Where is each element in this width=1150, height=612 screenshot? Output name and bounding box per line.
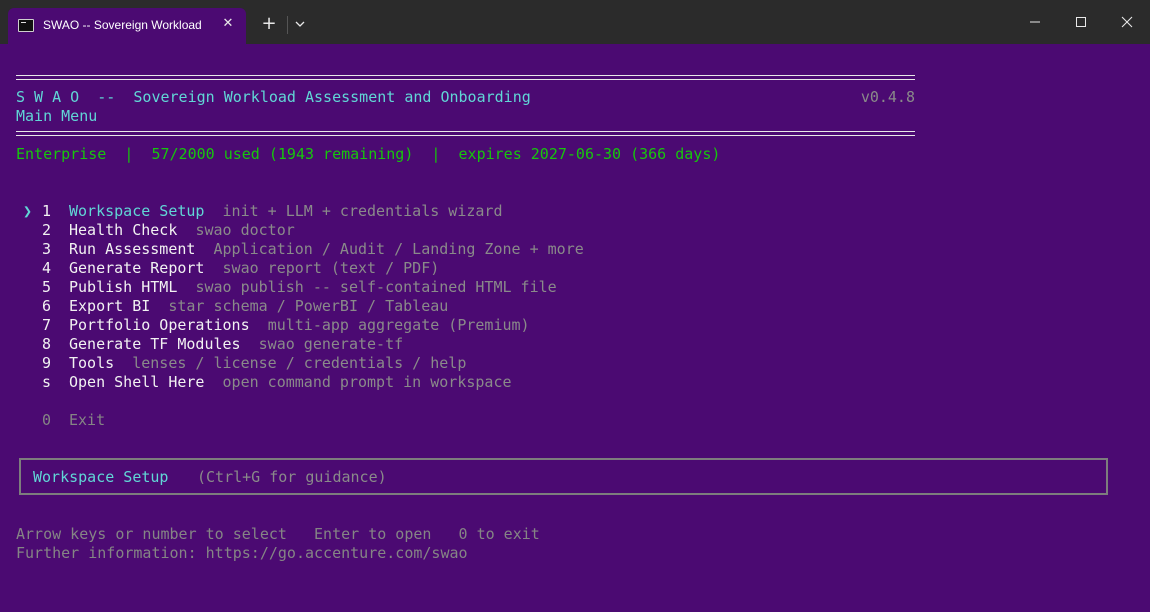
- menu-item-label: Tools: [69, 354, 115, 372]
- menu-item-export-bi[interactable]: 6 Export BI star schema / PowerBI / Tabl…: [23, 297, 448, 316]
- close-icon[interactable]: ✕: [220, 16, 236, 32]
- menu-item-label: Open Shell Here: [69, 373, 205, 391]
- menu-item-key: s: [42, 373, 52, 391]
- menu-item-workspace-setup[interactable]: ❯ 1 Workspace Setup init + LLM + credent…: [23, 202, 503, 221]
- terminal-window: SWAO -- Sovereign Workload ✕ + S W A O -…: [0, 0, 1150, 612]
- menu-item-key: 1: [42, 202, 52, 220]
- menu-item-key: 5: [42, 278, 52, 296]
- menu-item-desc: star schema / PowerBI / Tableau: [168, 297, 449, 315]
- menu-item-label: Workspace Setup: [69, 202, 205, 220]
- maximize-icon[interactable]: [1058, 0, 1104, 44]
- menu-item-publish-html[interactable]: 5 Publish HTML swao publish -- self-cont…: [23, 278, 557, 297]
- page-title: Main Menu: [16, 107, 98, 125]
- menu-item-key: 7: [42, 316, 52, 334]
- menu-item-label: Health Check: [69, 221, 178, 239]
- version-label: v0.4.8: [860, 88, 915, 106]
- footer-info: Further information: https://go.accentur…: [16, 544, 468, 562]
- menu-item-key: 2: [42, 221, 52, 239]
- window-close-icon[interactable]: [1104, 0, 1150, 44]
- tab-swao[interactable]: SWAO -- Sovereign Workload ✕: [8, 8, 246, 44]
- menu-item-label: Generate Report: [69, 259, 205, 277]
- menu-item-tools[interactable]: 9 Tools lenses / license / credentials /…: [23, 354, 466, 373]
- title-bar: SWAO -- Sovereign Workload ✕ +: [0, 0, 1150, 44]
- menu-item-generate-tf-modules[interactable]: 8 Generate TF Modules swao generate-tf: [23, 335, 403, 354]
- menu-item-label: Export BI: [69, 297, 151, 315]
- menu-item-label: Run Assessment: [69, 240, 196, 258]
- footer-key-help: Arrow keys or number to select Enter to …: [16, 525, 540, 543]
- menu-item-key: 3: [42, 240, 52, 258]
- selection-hint-panel: Workspace Setup (Ctrl+G for guidance): [19, 458, 1108, 495]
- menu-item-generate-report[interactable]: 4 Generate Report swao report (text / PD…: [23, 259, 439, 278]
- menu-item-label: Portfolio Operations: [69, 316, 250, 334]
- menu-item-label: Exit: [69, 411, 106, 429]
- header-rule-top: [16, 74, 915, 82]
- tab-title: SWAO -- Sovereign Workload: [43, 18, 202, 32]
- menu-item-desc: open command prompt in workspace: [222, 373, 512, 391]
- menu-item-key: 0: [42, 411, 52, 429]
- minimize-icon[interactable]: [1012, 0, 1058, 44]
- menu-item-desc: multi-app aggregate (Premium): [267, 316, 530, 334]
- terminal-content: S W A O -- Sovereign Workload Assessment…: [0, 44, 1150, 612]
- terminal-icon: [18, 19, 34, 32]
- menu-item-desc: Application / Audit / Landing Zone + mor…: [213, 240, 584, 258]
- menu-item-key: 4: [42, 259, 52, 277]
- tab-divider: [287, 16, 288, 34]
- header-rule-bottom: [16, 130, 915, 138]
- hint-guidance: (Ctrl+G for guidance): [197, 468, 387, 486]
- app-title: S W A O -- Sovereign Workload Assessment…: [16, 88, 531, 106]
- chevron-down-icon[interactable]: [292, 14, 308, 34]
- menu-item-label: Generate TF Modules: [69, 335, 241, 353]
- menu-item-key: 9: [42, 354, 52, 372]
- menu-item-portfolio-operations[interactable]: 7 Portfolio Operations multi-app aggrega…: [23, 316, 530, 335]
- menu-item-desc: swao doctor: [195, 221, 295, 239]
- menu-item-health-check[interactable]: 2 Health Check swao doctor: [23, 221, 295, 240]
- license-status: Enterprise | 57/2000 used (1943 remainin…: [16, 145, 721, 163]
- menu-item-run-assessment[interactable]: 3 Run Assessment Application / Audit / L…: [23, 240, 584, 259]
- menu-item-label: Publish HTML: [69, 278, 178, 296]
- menu-item-desc: swao publish -- self-contained HTML file: [195, 278, 557, 296]
- menu-item-desc: init + LLM + credentials wizard: [222, 202, 503, 220]
- menu-item-key: 6: [42, 297, 52, 315]
- hint-title: Workspace Setup: [33, 468, 169, 486]
- menu-item-key: 8: [42, 335, 52, 353]
- menu-item-desc: lenses / license / credentials / help: [132, 354, 467, 372]
- menu-item-desc: swao report (text / PDF): [222, 259, 440, 277]
- plus-icon[interactable]: +: [259, 14, 279, 34]
- menu-item-open-shell-here[interactable]: s Open Shell Here open command prompt in…: [23, 373, 512, 392]
- menu-item-desc: swao generate-tf: [258, 335, 404, 353]
- menu-item-exit[interactable]: 0 Exit: [23, 411, 105, 430]
- selection-cursor-icon: ❯: [23, 202, 33, 220]
